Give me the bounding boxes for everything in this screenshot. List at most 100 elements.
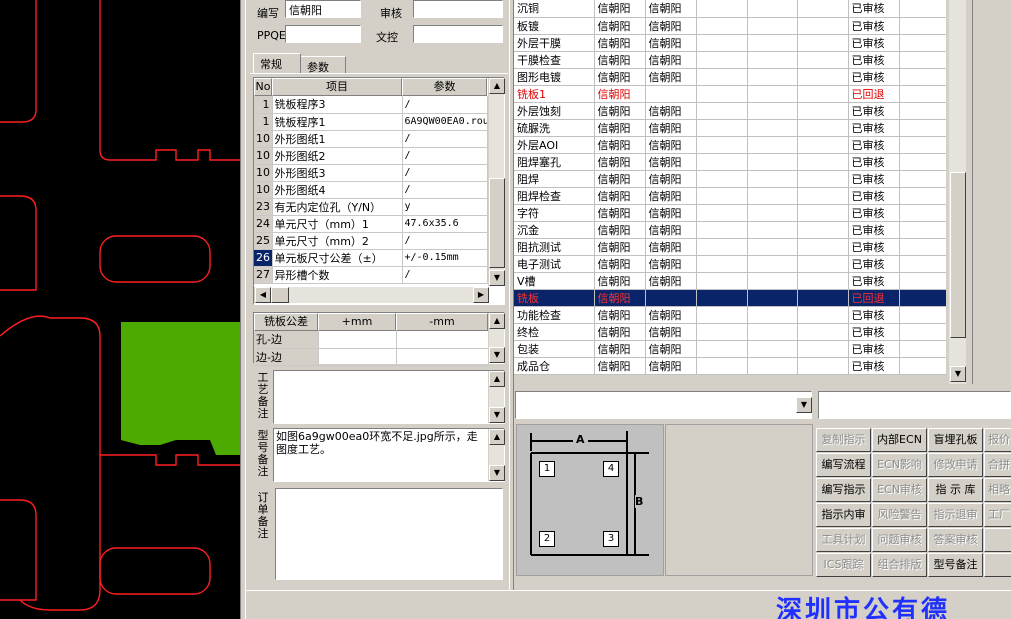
tolerance-vscroll[interactable]: ▲ ▼ bbox=[488, 313, 505, 363]
param-value[interactable]: 47.6x35.6 bbox=[402, 215, 488, 233]
process-row[interactable]: 外层干膜 信朝阳 信朝阳 已审核 bbox=[514, 34, 946, 52]
param-row[interactable]: 10 外形图纸1/ bbox=[254, 130, 488, 148]
process-cell[interactable] bbox=[899, 289, 946, 307]
process-row[interactable]: 沉金 信朝阳 信朝阳 已审核 bbox=[514, 221, 946, 239]
process-cell[interactable] bbox=[696, 272, 748, 290]
process-cell[interactable] bbox=[747, 136, 798, 154]
review-field[interactable] bbox=[413, 0, 503, 18]
process-cell[interactable] bbox=[797, 51, 849, 69]
process-editor[interactable]: 信朝阳 bbox=[594, 289, 646, 307]
process-cell[interactable] bbox=[696, 289, 748, 307]
action-button-17[interactable]: 问题审核 bbox=[872, 528, 927, 552]
param-no[interactable]: 1 bbox=[254, 96, 273, 114]
process-reviewer[interactable]: 信朝阳 bbox=[645, 153, 697, 171]
process-step[interactable]: 电子测试 bbox=[514, 255, 595, 273]
process-row[interactable]: 图形电镀 信朝阳 信朝阳 已审核 bbox=[514, 68, 946, 86]
process-row[interactable]: 外层蚀刻 信朝阳 信朝阳 已审核 bbox=[514, 102, 946, 120]
process-editor[interactable]: 信朝阳 bbox=[594, 306, 646, 324]
process-step[interactable]: 阻焊检查 bbox=[514, 187, 595, 205]
process-cell[interactable] bbox=[747, 102, 798, 120]
action-button-10[interactable]: 指 示 库 bbox=[928, 478, 983, 502]
process-editor[interactable]: 信朝阳 bbox=[594, 85, 646, 103]
action-button-12[interactable]: 指示内审 bbox=[816, 503, 871, 527]
process-editor[interactable]: 信朝阳 bbox=[594, 221, 646, 239]
process-cell[interactable] bbox=[899, 17, 946, 35]
process-cell[interactable] bbox=[899, 306, 946, 324]
process-reviewer[interactable]: 信朝阳 bbox=[645, 323, 697, 341]
process-cell[interactable] bbox=[797, 204, 849, 222]
process-cell[interactable] bbox=[797, 289, 849, 307]
scroll-down-icon[interactable]: ▼ bbox=[950, 366, 966, 382]
process-cell[interactable] bbox=[899, 119, 946, 137]
process-row[interactable]: 铣板1 信朝阳 已回退 bbox=[514, 85, 946, 103]
process-cell[interactable] bbox=[797, 170, 849, 188]
action-button-20[interactable]: ICS跟踪 bbox=[816, 553, 871, 577]
scroll-thumb[interactable] bbox=[489, 178, 505, 268]
process-cell[interactable] bbox=[696, 85, 748, 103]
process-cell[interactable] bbox=[899, 102, 946, 120]
process-cell[interactable] bbox=[747, 34, 798, 52]
process-cell[interactable] bbox=[747, 357, 798, 375]
process-status[interactable]: 已审核 bbox=[848, 357, 900, 375]
process-select[interactable]: ▼ bbox=[515, 391, 812, 419]
craft-notes-field[interactable]: ▲ ▼ bbox=[273, 370, 505, 424]
process-editor[interactable]: 信朝阳 bbox=[594, 102, 646, 120]
process-row[interactable]: 板镀 信朝阳 信朝阳 已审核 bbox=[514, 17, 946, 35]
col-header-no[interactable]: No bbox=[254, 78, 272, 96]
tolerance-plus-cell[interactable] bbox=[318, 331, 397, 349]
param-no[interactable]: 10 bbox=[254, 130, 273, 148]
process-step[interactable]: 阻焊塞孔 bbox=[514, 153, 595, 171]
param-item[interactable]: 铣板程序3 bbox=[272, 96, 403, 114]
process-row[interactable]: 成品仓 信朝阳 信朝阳 已审核 bbox=[514, 357, 946, 375]
process-editor[interactable]: 信朝阳 bbox=[594, 323, 646, 341]
process-step[interactable]: 成品仓 bbox=[514, 357, 595, 375]
process-cell[interactable] bbox=[696, 221, 748, 239]
process-row[interactable]: 外层AOI 信朝阳 信朝阳 已审核 bbox=[514, 136, 946, 154]
process-editor[interactable]: 信朝阳 bbox=[594, 357, 646, 375]
process-step[interactable]: 功能检查 bbox=[514, 306, 595, 324]
process-row[interactable]: 阻焊塞孔 信朝阳 信朝阳 已审核 bbox=[514, 153, 946, 171]
process-cell[interactable] bbox=[797, 272, 849, 290]
process-cell[interactable] bbox=[797, 187, 849, 205]
process-status[interactable]: 已审核 bbox=[848, 238, 900, 256]
process-step[interactable]: 铣板1 bbox=[514, 85, 595, 103]
action-button-4[interactable]: 编写流程 bbox=[816, 453, 871, 477]
param-row[interactable]: 23 有无内定位孔（Y/N） y bbox=[254, 198, 488, 216]
param-row[interactable]: 25 单元尺寸（mm）2/ bbox=[254, 232, 488, 250]
scroll-down-icon[interactable]: ▼ bbox=[489, 407, 505, 423]
process-cell[interactable] bbox=[797, 357, 849, 375]
author-field[interactable]: 信朝阳 bbox=[285, 0, 361, 18]
process-cell[interactable] bbox=[696, 323, 748, 341]
process-cell[interactable] bbox=[899, 187, 946, 205]
param-no[interactable]: 10 bbox=[254, 164, 273, 182]
action-button-9[interactable]: ECN审核 bbox=[872, 478, 927, 502]
process-cell[interactable] bbox=[899, 272, 946, 290]
process-cell[interactable] bbox=[696, 255, 748, 273]
process-cell[interactable] bbox=[747, 323, 798, 341]
process-cell[interactable] bbox=[747, 85, 798, 103]
col-header-item[interactable]: 项目 bbox=[272, 78, 402, 96]
process-cell[interactable] bbox=[797, 102, 849, 120]
process-row[interactable]: 阻焊检查 信朝阳 信朝阳 已审核 bbox=[514, 187, 946, 205]
tab-params[interactable]: 参数 bbox=[300, 56, 346, 74]
process-cell[interactable] bbox=[747, 0, 798, 18]
process-row[interactable]: 阻焊 信朝阳 信朝阳 已审核 bbox=[514, 170, 946, 188]
process-cell[interactable] bbox=[696, 204, 748, 222]
process-status[interactable]: 已审核 bbox=[848, 170, 900, 188]
process-cell[interactable] bbox=[899, 204, 946, 222]
process-row[interactable]: 阻抗测试 信朝阳 信朝阳 已审核 bbox=[514, 238, 946, 256]
process-status[interactable]: 已审核 bbox=[848, 221, 900, 239]
scroll-up-icon[interactable]: ▲ bbox=[489, 371, 505, 387]
process-cell[interactable] bbox=[696, 136, 748, 154]
process-step[interactable]: 外层蚀刻 bbox=[514, 102, 595, 120]
process-cell[interactable] bbox=[696, 119, 748, 137]
process-reviewer[interactable]: 信朝阳 bbox=[645, 68, 697, 86]
process-cell[interactable] bbox=[747, 187, 798, 205]
action-button-11[interactable]: 相略 bbox=[984, 478, 1011, 502]
process-editor[interactable]: 信朝阳 bbox=[594, 187, 646, 205]
process-status[interactable]: 已审核 bbox=[848, 340, 900, 358]
param-item[interactable]: 有无内定位孔（Y/N） bbox=[272, 198, 403, 216]
process-cell[interactable] bbox=[899, 170, 946, 188]
tab-general[interactable]: 常规 bbox=[253, 53, 301, 73]
process-status[interactable]: 已审核 bbox=[848, 34, 900, 52]
